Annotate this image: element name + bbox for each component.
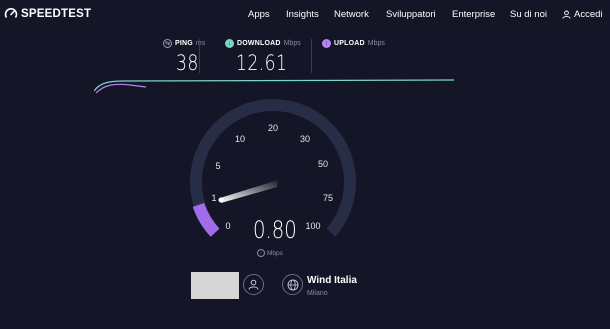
globe-icon: [287, 279, 298, 290]
current-speed-unit: ↑ Mbps: [257, 249, 283, 257]
gauge-tick-20: 20: [268, 123, 278, 133]
gauge-tick-100: 100: [305, 221, 320, 231]
upload-icon: ↑: [257, 249, 265, 257]
current-speed-value: 0.80: [253, 216, 297, 244]
result-placeholder-box: [191, 272, 239, 299]
speed-gauge: 0 1 5 10 20 30 50 75 100: [190, 99, 356, 237]
gauge-tick-10: 10: [235, 134, 245, 144]
isp-name[interactable]: Wind Italia: [307, 275, 357, 286]
gauge-tick-50: 50: [318, 159, 328, 169]
user-button[interactable]: [243, 274, 264, 295]
gauge-needle-hub: [218, 197, 224, 203]
gauge-tick-5: 5: [215, 161, 220, 171]
gauge-tick-30: 30: [300, 134, 310, 144]
user-icon: [248, 279, 259, 290]
server-location: Milano: [307, 290, 328, 297]
gauge-tick-1: 1: [211, 193, 216, 203]
gauge-tick-0: 0: [225, 221, 230, 231]
gauge-tick-75: 75: [323, 193, 333, 203]
globe-button[interactable]: [282, 274, 303, 295]
gauge-needle: [220, 180, 278, 203]
current-speed-unit-label: Mbps: [267, 249, 283, 257]
